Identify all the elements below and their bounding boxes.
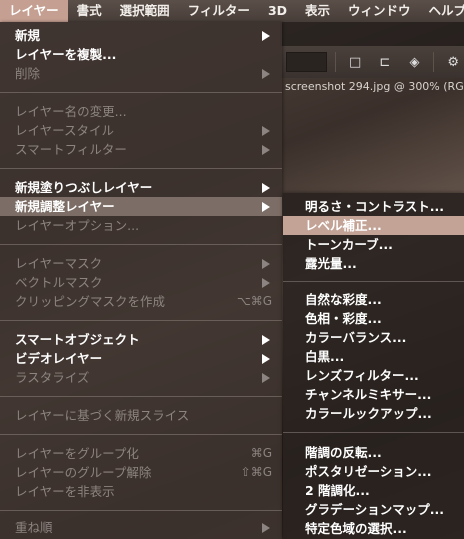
menubar-window[interactable]: ウィンドウ (339, 0, 420, 22)
menu-item-new-fill-layer[interactable]: 新規塗りつぶしレイヤー (0, 178, 282, 197)
menubar-view[interactable]: 表示 (296, 0, 339, 22)
layer-menu: 新規 レイヤーを複製... 削除 レイヤー名の変更... レイヤースタイル スマ… (0, 22, 282, 539)
submenu-arrow-icon (262, 183, 270, 193)
submenu-arrow-icon (262, 373, 270, 383)
gear-icon[interactable]: ⚙ (442, 52, 464, 72)
menu-separator (283, 281, 464, 282)
menubar-help[interactable]: ヘルプ (420, 0, 464, 22)
submenu-arrow-icon (262, 145, 270, 155)
menubar-3d[interactable]: 3D (259, 0, 296, 22)
document-tab-strip (280, 22, 464, 46)
menu-item-rename: レイヤー名の変更... (15, 104, 127, 119)
menu-separator (0, 434, 282, 435)
submenu-item-hue-saturation[interactable]: 色相・彩度... (283, 309, 464, 328)
submenu-item-selective-color[interactable]: 特定色域の選択... (283, 519, 464, 538)
options-field[interactable] (286, 52, 328, 72)
menubar-select[interactable]: 選択範囲 (111, 0, 179, 22)
menu-separator (0, 320, 282, 321)
menu-item-layer-options: レイヤーオプション... (15, 218, 140, 233)
submenu-item-posterize[interactable]: ポスタリゼーション... (283, 462, 464, 481)
menu-separator (0, 396, 282, 397)
arrange-icon[interactable]: ◈ (404, 52, 426, 72)
menu-item-hide-layers: レイヤーを非表示 (15, 484, 115, 499)
menubar-filter[interactable]: フィルター (179, 0, 259, 22)
menu-item-duplicate[interactable]: レイヤーを複製... (0, 45, 282, 64)
submenu-item-curves[interactable]: トーンカーブ... (283, 235, 464, 254)
menu-item-ungroup-layers: レイヤーのグループ解除 ⇧⌘G (15, 465, 272, 480)
menu-separator (0, 168, 282, 169)
distribute-icon[interactable]: ⊏ (374, 52, 396, 72)
menubar-layer[interactable]: レイヤー (0, 0, 68, 22)
submenu-item-invert[interactable]: 階調の反転... (283, 443, 464, 462)
submenu-arrow-icon (262, 335, 270, 345)
toolbar-divider (433, 52, 435, 72)
submenu-item-color-balance[interactable]: カラーバランス... (283, 328, 464, 347)
menu-item-new-slice: レイヤーに基づく新規スライス (15, 408, 190, 423)
submenu-arrow-icon (262, 278, 270, 288)
submenu-arrow-icon (262, 202, 270, 212)
submenu-item-channel-mixer[interactable]: チャンネルミキサー... (283, 385, 464, 404)
menu-item-arrange: 重ね順 (0, 518, 282, 537)
document-title: screenshot 294.jpg @ 300% (RGB (285, 80, 464, 93)
menu-item-smart-filter: スマートフィルター (0, 140, 282, 159)
menu-item-layer-mask: レイヤーマスク (0, 254, 282, 273)
submenu-arrow-icon (262, 523, 270, 533)
menu-separator (0, 244, 282, 245)
shortcut-label: ⇧⌘G (240, 465, 272, 479)
menu-item-group-layers: レイヤーをグループ化 ⌘G (15, 446, 272, 461)
menu-separator (0, 92, 282, 93)
submenu-arrow-icon (262, 69, 270, 79)
menu-item-new[interactable]: 新規 (0, 26, 282, 45)
shortcut-label: ⌘G (250, 446, 272, 460)
menubar-type[interactable]: 書式 (68, 0, 111, 22)
menu-separator (283, 432, 464, 433)
menu-item-vector-mask: ベクトルマスク (0, 273, 282, 292)
menu-item-delete: 削除 (0, 64, 282, 83)
submenu-item-photo-filter[interactable]: レンズフィルター... (283, 366, 464, 385)
menu-item-rasterize: ラスタライズ (0, 368, 282, 387)
submenu-arrow-icon (262, 126, 270, 136)
menu-item-layer-style: レイヤースタイル (0, 121, 282, 140)
menu-item-video-layer[interactable]: ビデオレイヤー (0, 349, 282, 368)
menu-bar: レイヤー 書式 選択範囲 フィルター 3D 表示 ウィンドウ ヘルプ (0, 0, 464, 22)
submenu-item-levels[interactable]: レベル補正... (283, 216, 464, 235)
toolbar-divider (335, 52, 337, 72)
submenu-item-gradient-map[interactable]: グラデーションマップ... (283, 500, 464, 519)
submenu-item-exposure[interactable]: 露光量... (283, 254, 464, 273)
shortcut-label: ⌥⌘G (236, 294, 272, 308)
submenu-item-threshold[interactable]: 2 階調化... (283, 481, 464, 500)
menu-item-new-adjustment-layer[interactable]: 新規調整レイヤー (0, 197, 282, 216)
menu-separator (0, 510, 282, 511)
submenu-item-black-white[interactable]: 白黒... (283, 347, 464, 366)
submenu-arrow-icon (262, 354, 270, 364)
submenu-item-vibrance[interactable]: 自然な彩度... (283, 290, 464, 309)
menu-item-smart-object[interactable]: スマートオブジェクト (0, 330, 282, 349)
align-icon[interactable]: □ (344, 52, 366, 72)
submenu-arrow-icon (262, 31, 270, 41)
options-bar: □ ⊏ ◈ ⚙ (280, 46, 464, 78)
submenu-arrow-icon (262, 259, 270, 269)
adjustment-layer-submenu: 明るさ・コントラスト... レベル補正... トーンカーブ... 露光量... … (283, 193, 464, 539)
menu-item-clipping-mask: クリッピングマスクを作成 ⌥⌘G (15, 294, 272, 309)
submenu-item-color-lookup[interactable]: カラールックアップ... (283, 404, 464, 423)
submenu-item-brightness-contrast[interactable]: 明るさ・コントラスト... (283, 197, 464, 216)
